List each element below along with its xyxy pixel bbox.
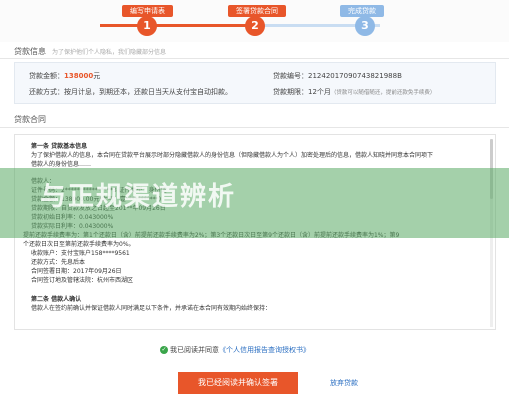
- confirm-sign-button[interactable]: 我已经阅读并确认签署: [178, 372, 298, 394]
- divider: [0, 127, 509, 128]
- agreement-text: 我已阅读并同意: [170, 346, 219, 354]
- contract-line: 提前还款手续费率为：第1个还款日（含）前提前还款手续费率为2%；第3个还款日次日…: [23, 232, 400, 239]
- watermark-text: 与正规渠道辨析: [40, 182, 237, 212]
- progress-stepper: 编写申请表 签署贷款合同 完成贷款 1 2 3: [0, 0, 509, 42]
- contract-line: 贷款初始日利率：0.043000%: [31, 214, 114, 221]
- loan-term: 贷款期限：12个月（贷款可以随借随还，提前还款免手续费）: [273, 88, 436, 96]
- contract-line: 借款人在签约前确认并保证借款人同时满足以下条件，并承诺在本合同有效期内始终保持：: [31, 305, 272, 312]
- authorization-link[interactable]: 《个人信用报告查询授权书》: [219, 346, 310, 354]
- contract-title: 贷款合同: [14, 115, 46, 124]
- step-2-circle: 2: [245, 16, 265, 36]
- contract-line: 还款方式：先息后本: [31, 259, 86, 266]
- repay-method-value: 按月计息，到期还本，还款日当天从支付宝自动扣款。: [64, 88, 232, 96]
- step-2-label: 签署贷款合同: [228, 5, 286, 17]
- step-3-label: 完成贷款: [340, 5, 384, 17]
- contract-line: 借款人的身份信息……: [31, 161, 92, 168]
- loan-amount: 贷款金额：138000元: [29, 72, 101, 80]
- contract-line: 第二条 借款人确认: [31, 296, 82, 303]
- contract-line: 收款账户：支付宝账户158****9561: [31, 250, 130, 257]
- contract-line: 第一条 贷款基本信息: [31, 143, 88, 150]
- step-3-circle: 3: [355, 16, 375, 36]
- contract-line: 合同签订地及管辖法院：杭州市西湖区: [31, 277, 134, 284]
- repay-method: 还款方式：按月计息，到期还本，还款日当天从支付宝自动扣款。: [29, 88, 232, 96]
- contract-line: 个还款日次日至第前还款手续费率为0%。: [23, 241, 135, 248]
- contract-line: 为了保护借款人的信息，本合同在贷款平台展示时部分隐藏借款人的身份信息（但隐藏借款…: [31, 152, 434, 159]
- step-line-done: [100, 24, 260, 27]
- loan-info-subtitle: 为了保护他们个人隐私，我们隐藏部分信息: [52, 49, 167, 56]
- loan-amount-value: 138000: [64, 72, 94, 80]
- divider: [0, 58, 509, 59]
- step-1-circle: 1: [137, 16, 157, 36]
- loan-term-hint: （贷款可以随借随还，提前还款免手续费）: [330, 90, 436, 96]
- contract-scrollbar[interactable]: [490, 139, 493, 327]
- loan-info-box: 贷款金额：138000元 贷款编号：21242017090743821988B …: [14, 62, 496, 104]
- loan-info-title: 贷款信息 为了保护他们个人隐私，我们隐藏部分信息: [14, 47, 167, 56]
- loan-term-value: 12个月: [308, 88, 331, 96]
- loan-number: 贷款编号：21242017090743821988B: [273, 72, 402, 80]
- contract-line: 合同签署日期：2017年09月26日: [31, 268, 122, 275]
- contract-text-box[interactable]: 第一条 贷款基本信息 为了保护借款人的信息，本合同在贷款平台展示时部分隐藏借款人…: [14, 134, 496, 330]
- contract-line: 贷款实际日利率：0.043000%: [31, 223, 114, 230]
- checkbox-checked-icon[interactable]: ✓: [160, 346, 168, 354]
- scrollbar-thumb[interactable]: [490, 139, 493, 199]
- cancel-loan-link[interactable]: 放弃贷款: [330, 378, 358, 388]
- agreement-row[interactable]: ✓ 我已阅读并同意《个人信用报告查询授权书》: [160, 345, 310, 355]
- loan-number-value: 21242017090743821988B: [308, 72, 402, 80]
